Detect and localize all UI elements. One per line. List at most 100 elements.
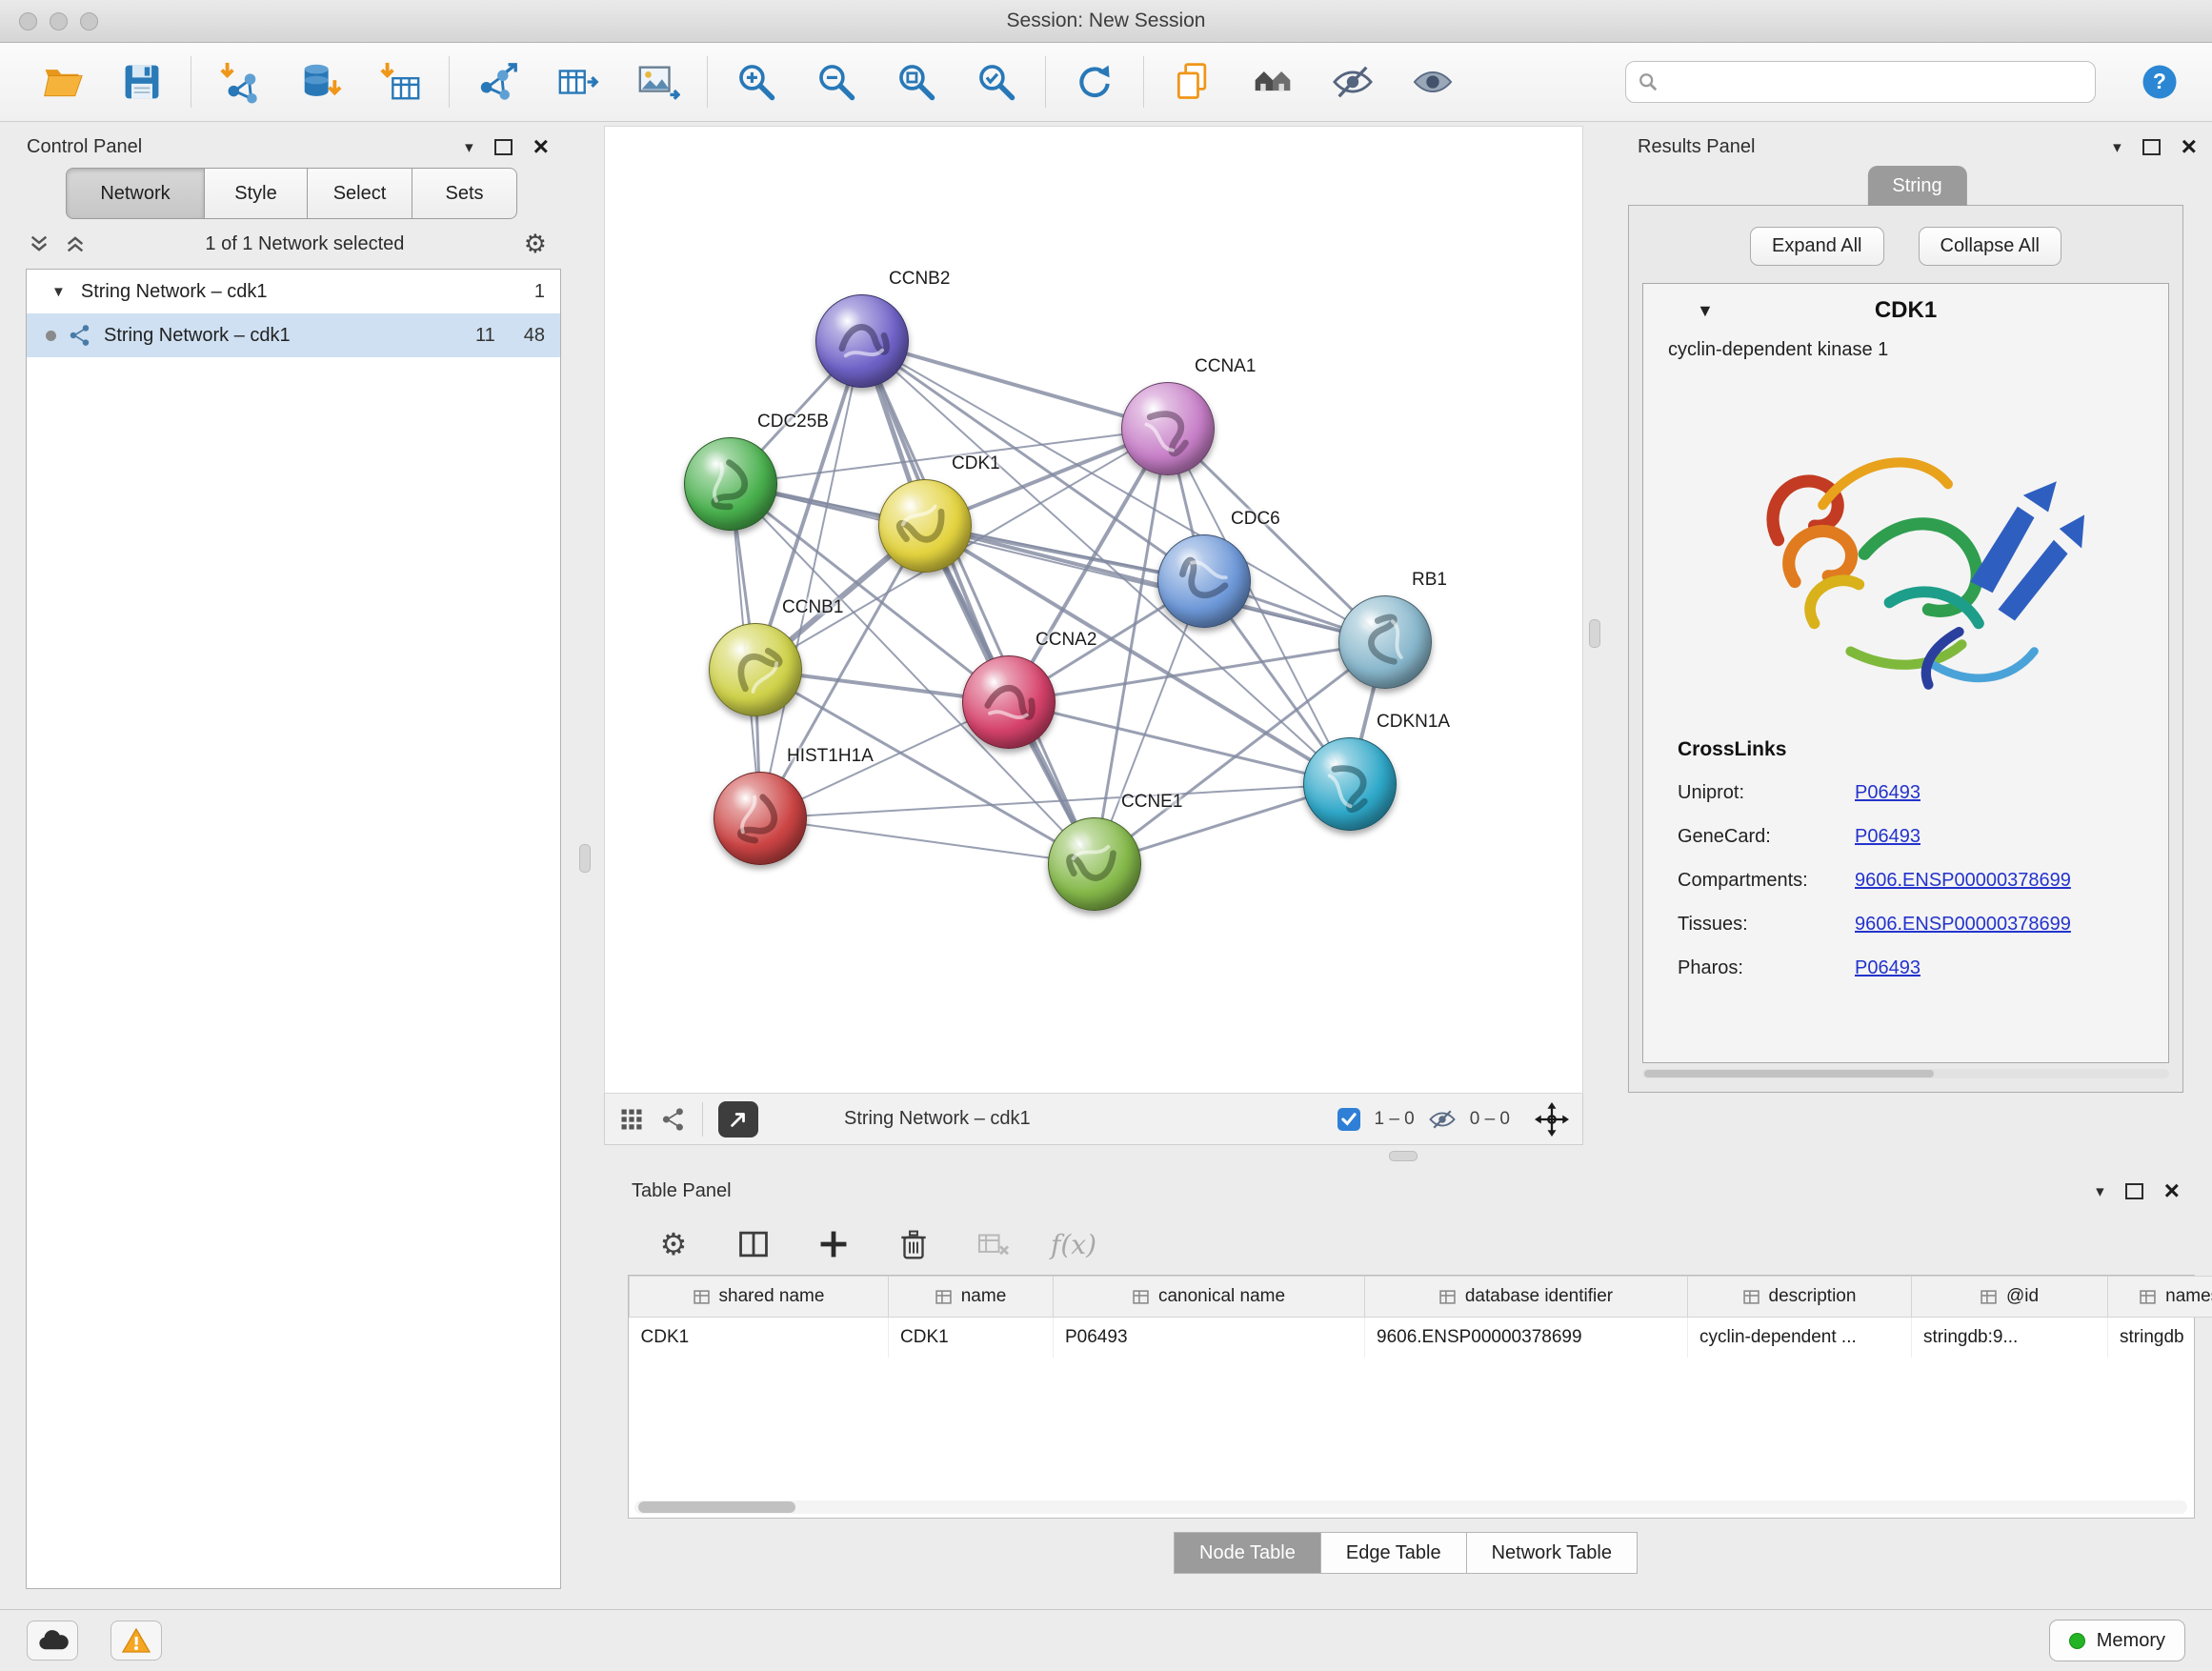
column-header-description[interactable]: description bbox=[1688, 1277, 1912, 1318]
network-row-selected[interactable]: String Network – cdk1 11 48 bbox=[27, 313, 560, 357]
tab-network-table[interactable]: Network Table bbox=[1467, 1532, 1638, 1574]
import-network-database-button[interactable] bbox=[292, 52, 348, 111]
maximize-panel-icon[interactable] bbox=[2125, 1183, 2143, 1199]
close-panel-icon[interactable]: × bbox=[2182, 133, 2197, 160]
houses-icon bbox=[1251, 61, 1295, 103]
warning-button[interactable] bbox=[111, 1621, 162, 1661]
float-panel-icon[interactable]: ▾ bbox=[2096, 1183, 2104, 1199]
show-columns-icon[interactable] bbox=[733, 1223, 774, 1265]
import-network-file-button[interactable] bbox=[212, 52, 268, 111]
search-box[interactable] bbox=[1625, 61, 2096, 103]
add-column-icon[interactable] bbox=[813, 1223, 855, 1265]
crosslink-link[interactable]: P06493 bbox=[1855, 826, 1920, 848]
close-panel-icon[interactable]: × bbox=[2164, 1178, 2180, 1204]
network-node-ccnb1[interactable] bbox=[709, 623, 802, 716]
vertical-splitter-left[interactable] bbox=[579, 844, 591, 873]
tab-sets[interactable]: Sets bbox=[412, 168, 517, 219]
expand-all-button[interactable]: Expand All bbox=[1750, 227, 1884, 266]
crosslink-link[interactable]: 9606.ENSP00000378699 bbox=[1855, 914, 2071, 936]
import-table-button[interactable] bbox=[372, 52, 428, 111]
network-node-cdc25b[interactable] bbox=[684, 437, 777, 531]
hide-selection-button[interactable] bbox=[1325, 52, 1380, 111]
network-node-rb1[interactable] bbox=[1338, 595, 1432, 689]
save-session-button[interactable] bbox=[114, 52, 170, 111]
network-node-hist1h1a[interactable] bbox=[714, 772, 807, 865]
close-panel-icon[interactable]: × bbox=[533, 133, 549, 160]
tab-network[interactable]: Network bbox=[66, 168, 205, 219]
table-panel-tabs: Node TableEdge TableNetwork Table bbox=[616, 1532, 2195, 1574]
grid-view-icon[interactable] bbox=[618, 1106, 645, 1133]
network-node-ccna1[interactable] bbox=[1121, 382, 1215, 475]
zoom-in-button[interactable] bbox=[729, 52, 784, 111]
copy-button[interactable] bbox=[1165, 52, 1220, 111]
scrollbar-thumb[interactable] bbox=[1644, 1070, 1934, 1077]
show-all-button[interactable] bbox=[1405, 52, 1460, 111]
column-header-shared-name[interactable]: shared name bbox=[630, 1277, 889, 1318]
tree-expander-icon[interactable]: ▼ bbox=[51, 284, 66, 300]
column-header-canonical-name[interactable]: canonical name bbox=[1054, 1277, 1365, 1318]
results-horizontal-scrollbar[interactable] bbox=[1642, 1069, 2169, 1078]
crosshair-icon[interactable] bbox=[1535, 1102, 1569, 1137]
scrollbar-thumb[interactable] bbox=[638, 1501, 795, 1513]
column-header-database-identifier[interactable]: database identifier bbox=[1365, 1277, 1688, 1318]
search-input[interactable] bbox=[1668, 70, 2083, 93]
tab-node-table[interactable]: Node Table bbox=[1174, 1532, 1321, 1574]
network-node-ccnb2[interactable] bbox=[815, 294, 909, 388]
minimize-window-button[interactable] bbox=[50, 12, 68, 30]
function-builder-icon: f(x) bbox=[1053, 1223, 1095, 1265]
network-node-ccne1[interactable] bbox=[1048, 817, 1141, 911]
hidden-eye-slash-icon bbox=[1428, 1107, 1457, 1132]
column-header-namespac[interactable]: namespac bbox=[2108, 1277, 2212, 1318]
tab-string[interactable]: String bbox=[1867, 166, 1966, 206]
column-type-icon bbox=[1133, 1290, 1149, 1304]
collapse-all-button[interactable]: Collapse All bbox=[1919, 227, 2062, 266]
tab-style[interactable]: Style bbox=[205, 168, 308, 219]
network-canvas[interactable]: CCNB2 CCNA1 CDC25B CDK1 CDC6 RB1 CCNB1 C… bbox=[604, 126, 1583, 1094]
export-network-button[interactable] bbox=[471, 52, 526, 111]
column-header--id[interactable]: @id bbox=[1912, 1277, 2108, 1318]
memory-button[interactable]: Memory bbox=[2049, 1620, 2185, 1661]
expand-all-icon[interactable] bbox=[65, 234, 86, 253]
birdseye-toggle-button[interactable] bbox=[718, 1101, 758, 1137]
export-image-button[interactable] bbox=[631, 52, 686, 111]
table-row[interactable]: CDK1CDK1P064939606.ENSP00000378699cyclin… bbox=[630, 1318, 2212, 1359]
column-header-name[interactable]: name bbox=[889, 1277, 1054, 1318]
refresh-button[interactable] bbox=[1067, 52, 1122, 111]
table-options-gear-icon[interactable]: ⚙ bbox=[653, 1223, 694, 1265]
network-collection-row[interactable]: ▼ String Network – cdk1 1 bbox=[27, 270, 560, 313]
horizontal-splitter[interactable] bbox=[1389, 1151, 1418, 1161]
maximize-panel-icon[interactable] bbox=[2142, 139, 2161, 155]
network-node-ccna2[interactable] bbox=[962, 655, 1056, 749]
crosslink-link[interactable]: P06493 bbox=[1855, 782, 1920, 804]
strip-separator bbox=[702, 1102, 703, 1137]
float-panel-icon[interactable]: ▾ bbox=[2113, 139, 2122, 155]
open-session-button[interactable] bbox=[34, 52, 90, 111]
table-horizontal-scrollbar[interactable] bbox=[634, 1500, 2187, 1514]
node-table[interactable]: shared namenamecanonical namedatabase id… bbox=[628, 1275, 2195, 1519]
share-view-icon[interactable] bbox=[660, 1106, 687, 1133]
cloud-button[interactable] bbox=[27, 1621, 78, 1661]
float-panel-icon[interactable]: ▾ bbox=[465, 139, 473, 155]
network-node-cdkn1a[interactable] bbox=[1303, 737, 1397, 831]
maximize-panel-icon[interactable] bbox=[494, 139, 513, 155]
network-node-cdk1[interactable] bbox=[878, 479, 972, 573]
close-window-button[interactable] bbox=[19, 12, 37, 30]
zoom-selected-button[interactable] bbox=[969, 52, 1024, 111]
crosslink-link[interactable]: 9606.ENSP00000378699 bbox=[1855, 870, 2071, 892]
delete-column-trash-icon[interactable] bbox=[893, 1223, 935, 1265]
collapse-all-icon[interactable] bbox=[29, 234, 50, 253]
collapse-card-icon[interactable]: ▼ bbox=[1697, 301, 1714, 321]
network-node-cdc6[interactable] bbox=[1157, 534, 1251, 628]
maximize-window-button[interactable] bbox=[80, 12, 98, 30]
network-options-gear-icon[interactable]: ⚙ bbox=[524, 232, 547, 257]
crosslink-link[interactable]: P06493 bbox=[1855, 957, 1920, 979]
help-button[interactable]: ? bbox=[2132, 52, 2187, 111]
tab-edge-table[interactable]: Edge Table bbox=[1321, 1532, 1467, 1574]
zoom-fit-button[interactable] bbox=[889, 52, 944, 111]
zoom-out-button[interactable] bbox=[809, 52, 864, 111]
vertical-splitter-right[interactable] bbox=[1589, 619, 1600, 648]
birdseye-button[interactable] bbox=[1245, 52, 1300, 111]
export-table-button[interactable] bbox=[551, 52, 606, 111]
tab-select[interactable]: Select bbox=[308, 168, 412, 219]
selected-checkbox-icon[interactable] bbox=[1337, 1108, 1360, 1131]
